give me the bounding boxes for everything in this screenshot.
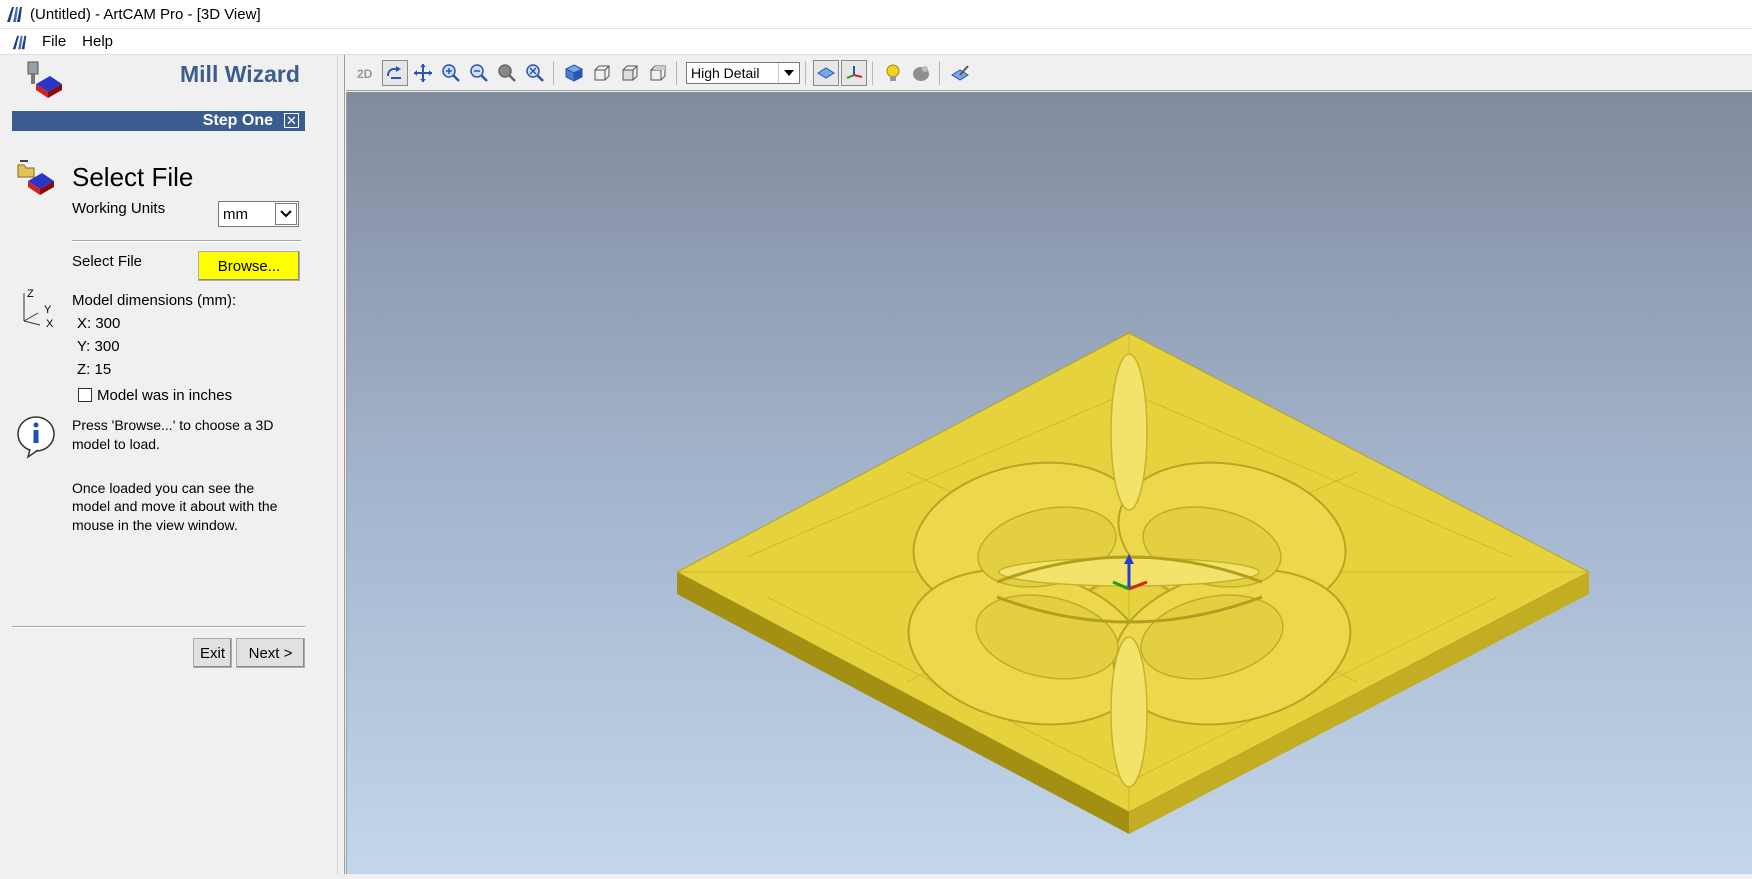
light-toggle-icon[interactable] xyxy=(813,59,839,86)
working-units-select[interactable]: mm xyxy=(218,201,299,227)
toolbar-separator xyxy=(805,60,806,85)
material-icon[interactable] xyxy=(908,60,934,86)
axes-icon: Z Y X xyxy=(23,288,54,327)
front-view-icon[interactable] xyxy=(589,60,615,86)
view-toolbar: 2D High Detail xyxy=(346,55,1752,91)
axis-x-label: X xyxy=(46,318,54,327)
dimension-x: X: 300 xyxy=(77,315,121,332)
info-text-para2-line-2: model and move it about with the xyxy=(72,498,278,514)
zoom-fit-icon[interactable] xyxy=(522,60,548,86)
browse-button[interactable]: Browse... xyxy=(198,251,300,281)
step-label: Step One xyxy=(202,112,273,129)
working-units-label: Working Units xyxy=(72,200,166,217)
open-folder-icon xyxy=(17,160,54,195)
toolbar-separator xyxy=(872,60,873,85)
divider xyxy=(72,240,301,242)
model-dimensions-label: Model dimensions (mm): xyxy=(72,292,237,309)
select-file-label: Select File xyxy=(72,253,143,270)
working-units-value: mm xyxy=(223,205,248,223)
title-bar: (Untitled) - ArtCAM Pro - [3D View] xyxy=(0,0,1752,29)
close-wizard-button[interactable]: ✕ xyxy=(284,113,299,128)
menu-bar: File Help xyxy=(0,29,1752,55)
toolbar-separator xyxy=(676,60,677,85)
system-menu-icon[interactable] xyxy=(10,33,28,51)
zoom-box-icon[interactable] xyxy=(494,60,520,86)
menu-help[interactable]: Help xyxy=(74,31,121,52)
chevron-down-icon xyxy=(778,62,799,83)
toolbar-separator xyxy=(553,60,554,85)
dimension-y: Y: 300 xyxy=(77,338,120,355)
chevron-down-icon xyxy=(275,203,297,225)
render-detail-select[interactable]: High Detail xyxy=(686,61,800,84)
dimension-z: Z: 15 xyxy=(77,361,112,378)
mill-wizard-panel: Mill Wizard Step One ✕ Select File Worki… xyxy=(0,55,337,874)
3d-model-render xyxy=(675,332,1591,834)
view-area: 2D High Detail xyxy=(346,55,1752,874)
lightbulb-icon[interactable] xyxy=(880,60,906,86)
next-button[interactable]: Next > xyxy=(236,638,305,668)
pan-icon[interactable] xyxy=(410,60,436,86)
info-icon xyxy=(17,416,55,459)
toolbar-separator xyxy=(939,60,940,85)
zoom-in-icon[interactable] xyxy=(438,60,464,86)
info-text-line-1: Press 'Browse...' to choose a 3D xyxy=(72,417,274,433)
exit-button[interactable]: Exit xyxy=(193,638,232,668)
inches-checkbox-label: Model was in inches xyxy=(97,387,233,404)
info-text-para2-line-1: Once loaded you can see the xyxy=(72,480,255,496)
wizard-title: Mill Wizard xyxy=(180,61,300,87)
info-text-line-2: model to load. xyxy=(72,436,160,452)
3d-view-canvas[interactable] xyxy=(346,92,1752,874)
axis-z-label: Z xyxy=(27,288,34,300)
bottom-divider xyxy=(12,626,305,628)
axes-toggle-icon[interactable] xyxy=(841,59,867,86)
iso-view-icon[interactable] xyxy=(561,60,587,86)
render-detail-value: High Detail xyxy=(691,64,760,81)
info-text-para2-line-3: mouse in the view window. xyxy=(72,517,238,533)
mill-wizard-icon xyxy=(27,61,62,98)
window-title: (Untitled) - ArtCAM Pro - [3D View] xyxy=(30,5,261,23)
artcam-app-icon xyxy=(7,7,22,22)
axis-y-label: Y xyxy=(44,304,52,316)
2d-view-icon[interactable]: 2D xyxy=(354,60,380,86)
step-bar: Step One ✕ xyxy=(12,111,305,131)
panel-splitter[interactable] xyxy=(337,55,345,874)
rotate-icon[interactable] xyxy=(382,59,408,86)
top-view-icon[interactable] xyxy=(645,60,671,86)
render-icon[interactable] xyxy=(947,60,973,86)
step-heading: Select File xyxy=(72,162,194,192)
menu-file[interactable]: File xyxy=(34,31,74,52)
zoom-out-icon[interactable] xyxy=(466,60,492,86)
inches-checkbox[interactable] xyxy=(78,388,92,402)
side-view-icon[interactable] xyxy=(617,60,643,86)
svg-text:2D: 2D xyxy=(357,67,373,81)
